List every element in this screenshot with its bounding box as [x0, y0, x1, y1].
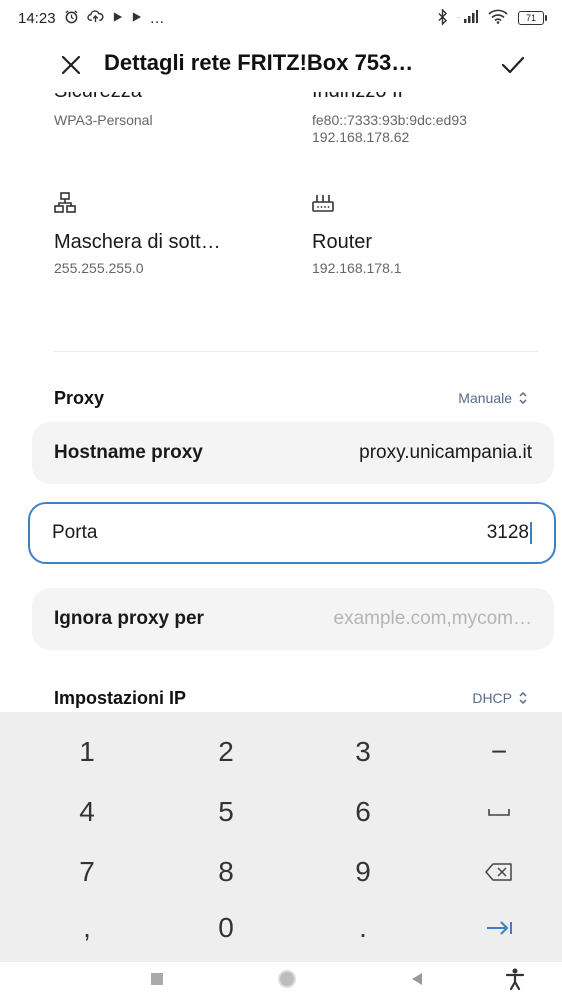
key-9[interactable]: 9: [298, 844, 428, 900]
accessibility-icon: [505, 968, 525, 990]
home-button[interactable]: [270, 968, 304, 990]
ignore-proxy-label: Ignora proxy per: [54, 608, 204, 629]
signal-icon: .: [458, 9, 478, 27]
network-info: Sicurezza WPA3-Personal Indirizzo IP fe8…: [0, 92, 562, 352]
router-cell: Router 192.168.178.1: [312, 192, 402, 277]
ip-mode-value: DHCP: [472, 690, 512, 706]
ignore-proxy-input[interactable]: example.com,mycom…: [334, 608, 533, 630]
header: Dettagli rete FRITZ!Box 753…: [0, 40, 562, 90]
hostname-proxy-value: proxy.unicampania.it: [359, 442, 532, 463]
status-time: 14:23: [18, 9, 56, 27]
proxy-port-input-wrap[interactable]: 3128: [487, 522, 532, 545]
cloud-upload-icon: [86, 9, 104, 27]
router-icon: [312, 195, 334, 212]
recent-apps-button[interactable]: [140, 968, 174, 990]
back-triangle-icon: [412, 973, 422, 985]
numeric-keypad: 1 2 3 − 4 5 6 7 8 9 , 0 .: [0, 712, 562, 962]
back-button[interactable]: [400, 968, 434, 990]
close-button[interactable]: [56, 50, 86, 80]
chevron-up-down-icon: [519, 391, 527, 405]
key-2[interactable]: 2: [161, 724, 291, 780]
proxy-mode-selector[interactable]: Manuale: [458, 390, 528, 406]
tab-next-icon: [487, 921, 512, 935]
play-store-icon: [112, 10, 123, 26]
ip-address-value-2: 192.168.178.62: [312, 129, 410, 145]
proxy-port-label: Porta: [52, 522, 98, 543]
proxy-port-input[interactable]: 3128: [487, 522, 529, 543]
navigation-bar: [0, 962, 562, 995]
svg-text:.: .: [458, 13, 460, 20]
proxy-section-title: Proxy: [54, 388, 105, 408]
key-8[interactable]: 8: [161, 844, 291, 900]
subnet-mask-label: Maschera di sott…: [54, 231, 221, 253]
status-right: . 71: [437, 7, 547, 28]
ignore-proxy-field[interactable]: Ignora proxy per example.com,mycom…: [32, 588, 554, 650]
key-4[interactable]: 4: [22, 784, 152, 840]
wifi-icon: [488, 9, 508, 27]
proxy-mode-value: Manuale: [458, 390, 512, 406]
key-5[interactable]: 5: [161, 784, 291, 840]
key-minus[interactable]: −: [434, 724, 562, 780]
key-dot[interactable]: .: [298, 900, 428, 956]
key-6[interactable]: 6: [298, 784, 428, 840]
key-comma[interactable]: ,: [22, 900, 152, 956]
ip-settings-title: Impostazioni IP: [54, 688, 187, 708]
key-1[interactable]: 1: [22, 724, 152, 780]
square-icon: [151, 973, 163, 985]
status-left: 14:23 …: [18, 9, 165, 27]
key-space[interactable]: [434, 784, 562, 840]
status-more: …: [149, 9, 165, 27]
security-label: Sicurezza: [54, 92, 142, 103]
subnet-mask-cell: Maschera di sott… 255.255.255.0: [54, 192, 221, 277]
subnet-mask-value: 255.255.255.0: [54, 260, 144, 276]
bluetooth-icon: [437, 7, 448, 28]
battery-icon: 71: [518, 11, 547, 25]
key-backspace[interactable]: [434, 844, 562, 900]
text-cursor: [530, 522, 532, 545]
chevron-up-down-icon: [519, 691, 527, 705]
section-divider: [54, 351, 538, 352]
home-circle-icon: [278, 970, 296, 988]
router-label: Router: [312, 231, 373, 253]
accessibility-button[interactable]: [498, 968, 532, 990]
key-next[interactable]: [434, 900, 562, 956]
page-title: Dettagli rete FRITZ!Box 753…: [104, 50, 414, 75]
alarm-icon: [64, 9, 79, 27]
ip-mode-selector[interactable]: DHCP: [472, 690, 528, 706]
network-tree-icon: [54, 192, 76, 213]
confirm-button[interactable]: [496, 48, 530, 82]
key-3[interactable]: 3: [298, 724, 428, 780]
key-0[interactable]: 0: [161, 900, 291, 956]
router-value: 192.168.178.1: [312, 260, 402, 276]
hostname-proxy-field[interactable]: Hostname proxy proxy.unicampania.it: [32, 422, 554, 484]
battery-level: 71: [525, 13, 536, 23]
security-value: WPA3-Personal: [54, 112, 153, 128]
status-bar: 14:23 … . 71: [0, 0, 562, 36]
play-store-icon-2: [131, 10, 142, 26]
close-icon: [61, 55, 81, 75]
ip-address-label: Indirizzo IP: [312, 92, 411, 103]
space-icon: [488, 809, 510, 816]
key-7[interactable]: 7: [22, 844, 152, 900]
ip-address-value: fe80::7333:93b:9dc:ed93: [312, 112, 467, 128]
hostname-proxy-label: Hostname proxy: [54, 442, 203, 463]
proxy-port-field[interactable]: Porta 3128: [28, 502, 556, 564]
backspace-icon: [485, 863, 512, 881]
check-icon: [501, 56, 525, 74]
